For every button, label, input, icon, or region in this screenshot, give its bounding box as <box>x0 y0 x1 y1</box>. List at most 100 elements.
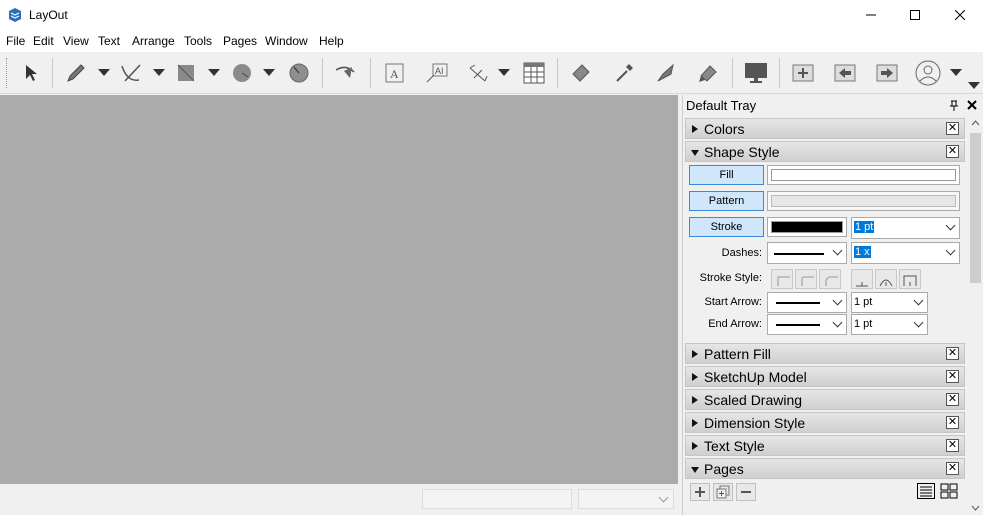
polygon-tool-button[interactable] <box>285 59 313 87</box>
document-canvas[interactable] <box>0 95 678 484</box>
cap-butt-button[interactable] <box>771 269 793 289</box>
join-round-button[interactable] <box>875 269 897 289</box>
measurements-field[interactable] <box>422 489 572 509</box>
end-arrow-select[interactable] <box>767 314 847 335</box>
add-page-tool-button[interactable] <box>789 59 817 87</box>
chevron-down-icon <box>832 245 843 256</box>
panel-label: Shape Style <box>704 144 780 160</box>
toolbar-grip[interactable] <box>6 58 9 88</box>
maximize-button[interactable] <box>892 0 938 30</box>
cap-round-button[interactable] <box>795 269 817 289</box>
account-dropdown[interactable] <box>950 69 962 76</box>
join-bevel-button[interactable] <box>899 269 921 289</box>
pencil-dropdown[interactable] <box>98 69 110 76</box>
close-panel-icon[interactable]: ✕ <box>946 145 959 158</box>
presentation-tool-button[interactable] <box>742 59 770 87</box>
panel-pages[interactable]: Pages ✕ <box>685 458 965 479</box>
scroll-up-icon[interactable] <box>971 120 980 126</box>
erase-tool-button[interactable] <box>332 59 360 87</box>
end-arrow-size-select[interactable]: 1 pt <box>851 314 928 335</box>
fill-color-swatch[interactable] <box>767 165 960 185</box>
menu-tools[interactable]: Tools <box>184 34 212 48</box>
join-miter-button[interactable] <box>851 269 873 289</box>
pin-icon[interactable] <box>949 100 959 111</box>
fill-color-well <box>771 169 956 181</box>
menu-view[interactable]: View <box>63 34 89 48</box>
toolbar-separator <box>779 58 780 88</box>
panel-text-style[interactable]: Text Style ✕ <box>685 435 965 456</box>
dash-style-select[interactable] <box>767 242 847 264</box>
dimension-tool-button[interactable] <box>464 59 492 87</box>
pencil-icon <box>67 64 85 82</box>
circle-dropdown[interactable] <box>263 69 275 76</box>
cap-square-button[interactable] <box>819 269 841 289</box>
minimize-button[interactable] <box>848 0 894 30</box>
stroke-toggle-button[interactable]: Stroke <box>689 217 764 237</box>
stroke-width-select[interactable]: 1 pt <box>851 217 960 239</box>
close-panel-icon[interactable]: ✕ <box>946 347 959 360</box>
label-tool-button[interactable]: AI <box>423 59 451 87</box>
tray-scrollbar[interactable] <box>968 116 983 515</box>
close-panel-icon[interactable]: ✕ <box>946 462 959 475</box>
close-tray-icon[interactable] <box>967 100 977 110</box>
select-tool-button[interactable] <box>17 59 45 87</box>
split-tool-button[interactable] <box>652 59 680 87</box>
arc-tool-button[interactable] <box>117 59 145 87</box>
sample-tool-button[interactable] <box>610 59 638 87</box>
circle-tool-button[interactable] <box>228 59 256 87</box>
scroll-down-icon[interactable] <box>971 505 980 511</box>
end-arrow-size-value: 1 pt <box>854 318 873 330</box>
fill-toggle-button[interactable]: Fill <box>689 165 764 185</box>
panel-sketchup-model[interactable]: SketchUp Model ✕ <box>685 366 965 387</box>
close-panel-icon[interactable]: ✕ <box>946 416 959 429</box>
pencil-tool-button[interactable] <box>62 59 90 87</box>
add-page-button[interactable] <box>690 483 710 501</box>
panel-dimension-style[interactable]: Dimension Style ✕ <box>685 412 965 433</box>
menu-text[interactable]: Text <box>98 34 120 48</box>
panel-colors[interactable]: Colors ✕ <box>685 118 965 139</box>
menu-file[interactable]: File <box>6 34 25 48</box>
scrollbar-thumb[interactable] <box>970 133 981 283</box>
rectangle-dropdown[interactable] <box>208 69 220 76</box>
close-panel-icon[interactable]: ✕ <box>946 439 959 452</box>
menu-arrange[interactable]: Arrange <box>132 34 175 48</box>
previous-page-tool-button[interactable] <box>831 59 859 87</box>
pattern-swatch[interactable] <box>767 191 960 211</box>
list-view-icon <box>917 483 935 499</box>
toolbar-separator <box>732 58 733 88</box>
text-tool-button[interactable]: A <box>381 59 409 87</box>
dash-scale-select[interactable]: 1 x <box>851 242 960 264</box>
list-view-button[interactable] <box>917 483 937 501</box>
menu-help[interactable]: Help <box>319 34 344 48</box>
panel-shape-style[interactable]: Shape Style ✕ <box>685 141 965 162</box>
main-toolbar: A AI <box>0 52 983 94</box>
menu-pages[interactable]: Pages <box>223 34 257 48</box>
menu-edit[interactable]: Edit <box>33 34 54 48</box>
svg-text:A: A <box>390 67 399 81</box>
panel-pattern-fill[interactable]: Pattern Fill ✕ <box>685 343 965 364</box>
toolbar-overflow-button[interactable] <box>968 82 980 89</box>
stroke-color-swatch[interactable] <box>767 217 847 237</box>
table-tool-button[interactable] <box>520 59 548 87</box>
account-tool-button[interactable] <box>914 59 942 87</box>
arc-dropdown[interactable] <box>153 69 165 76</box>
pattern-toggle-button[interactable]: Pattern <box>689 191 764 211</box>
menu-window[interactable]: Window <box>265 34 308 48</box>
zoom-select[interactable] <box>578 489 674 509</box>
panel-scaled-drawing[interactable]: Scaled Drawing ✕ <box>685 389 965 410</box>
delete-page-button[interactable] <box>736 483 756 501</box>
stroke-style-label: Stroke Style: <box>699 272 762 284</box>
dimension-dropdown[interactable] <box>498 69 510 76</box>
close-window-button[interactable] <box>937 0 983 30</box>
start-arrow-size-select[interactable]: 1 pt <box>851 292 928 313</box>
start-arrow-select[interactable] <box>767 292 847 313</box>
close-panel-icon[interactable]: ✕ <box>946 393 959 406</box>
next-page-tool-button[interactable] <box>873 59 901 87</box>
close-panel-icon[interactable]: ✕ <box>946 370 959 383</box>
rectangle-tool-button[interactable] <box>172 59 200 87</box>
duplicate-page-button[interactable] <box>713 483 733 501</box>
close-panel-icon[interactable]: ✕ <box>946 122 959 135</box>
style-tool-button[interactable] <box>567 59 595 87</box>
join-tool-button[interactable] <box>694 59 722 87</box>
thumbnail-view-button[interactable] <box>940 483 960 501</box>
